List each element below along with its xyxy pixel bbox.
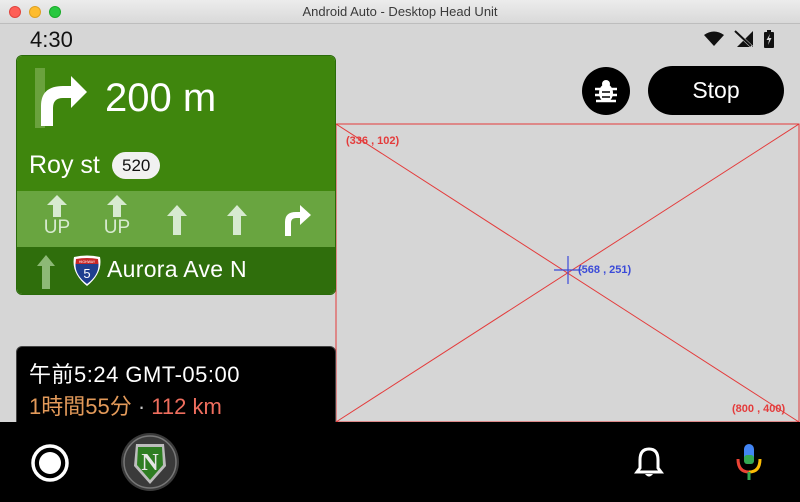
lane-straight-icon: [227, 205, 247, 235]
navigation-card[interactable]: 200 m Roy st 520 UP UP HIGHWAY 5 Aurora …: [16, 55, 336, 295]
maneuver-distance: 200 m: [105, 76, 217, 120]
trip-separator: ·: [137, 394, 146, 419]
svg-text:N: N: [141, 450, 159, 476]
lane-item: [277, 195, 317, 243]
straight-arrow-icon: [37, 255, 55, 289]
next-road-name: Aurora Ave N: [107, 256, 247, 282]
map-coord-bottom-right: (800 , 400): [732, 403, 786, 415]
trip-duration: 1時間55分: [29, 394, 132, 419]
bug-icon: [595, 80, 617, 103]
debug-button[interactable]: [582, 67, 630, 115]
shield-number: 5: [83, 266, 90, 281]
home-icon[interactable]: [30, 443, 70, 483]
turn-right-icon: [35, 68, 87, 128]
current-maneuver: 200 m Roy st 520: [17, 56, 335, 191]
lane-item: UP: [37, 195, 77, 243]
lane-straight-icon: [47, 195, 67, 217]
lane-straight-icon: [167, 205, 187, 235]
map-coord-center: (568 , 251): [578, 264, 632, 276]
bottom-app-bar: N: [0, 422, 800, 502]
route-number-badge: 520: [112, 152, 161, 179]
lane-item: UP: [97, 195, 137, 243]
next-maneuver: HIGHWAY 5 Aurora Ave N: [17, 247, 335, 294]
lane-guidance: UP UP: [17, 191, 335, 247]
app-n-logo-icon[interactable]: N: [120, 432, 180, 492]
mic-icon[interactable]: [734, 442, 764, 482]
interstate-shield-icon: HIGHWAY 5: [73, 255, 101, 286]
lane-item: [157, 195, 197, 243]
bell-icon[interactable]: [634, 446, 664, 478]
trip-summary: 1時間55分 · 112 km: [29, 389, 222, 421]
arrival-time: 午前5:24 GMT-05:00: [29, 362, 240, 387]
stop-button[interactable]: Stop: [648, 66, 784, 115]
lane-turn-right-icon: [285, 205, 311, 236]
lane-item: [217, 195, 257, 243]
lane-label: UP: [103, 217, 131, 238]
map-coord-top-left: (336 , 102): [346, 135, 400, 147]
lane-label: UP: [43, 217, 71, 238]
trip-distance: 112 km: [151, 394, 222, 419]
lane-straight-icon: [107, 195, 127, 217]
maneuver-street: Roy st: [29, 151, 100, 179]
shield-label: HIGHWAY: [79, 260, 96, 264]
